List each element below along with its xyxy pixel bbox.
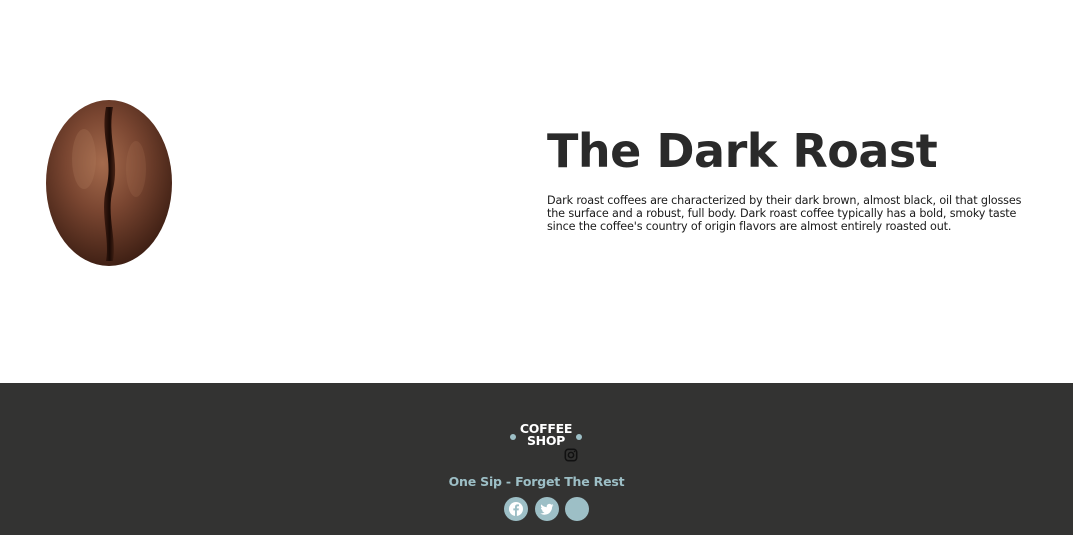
coffee-bean-icon (46, 100, 172, 266)
twitter-icon (540, 503, 554, 515)
page-title: The Dark Roast (547, 124, 938, 178)
facebook-button[interactable] (504, 497, 528, 521)
tagline: One Sip - Forget The Rest (448, 474, 625, 489)
description: Dark roast coffees are characterized by … (547, 194, 1073, 233)
hero-section: The Dark Roast Dark roast coffees are ch… (0, 0, 1073, 383)
logo-dot-right (576, 434, 582, 440)
instagram-button[interactable] (565, 497, 589, 521)
description-line-3: since the coffee's country of origin fla… (547, 220, 952, 233)
logo-text: COFFEE SHOP (506, 422, 586, 448)
logo-line-2: SHOP (526, 433, 566, 448)
instagram-icon[interactable] (564, 448, 578, 462)
description-line-2: the surface and a robust, full body. Dar… (547, 207, 1017, 220)
twitter-button[interactable] (535, 497, 559, 521)
description-line-1: Dark roast coffees are characterized by … (547, 194, 1022, 207)
facebook-icon (509, 502, 523, 516)
